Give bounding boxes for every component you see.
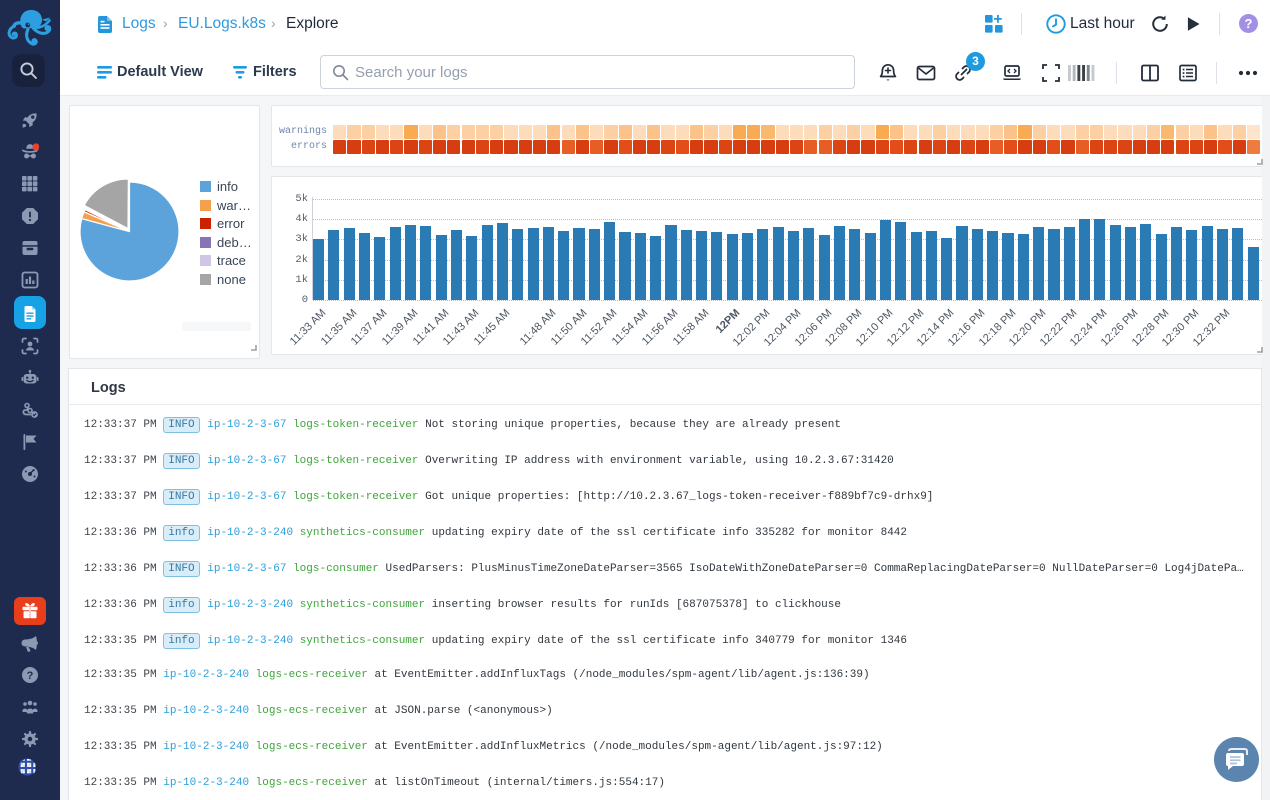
svg-text:?: ? — [27, 670, 34, 682]
